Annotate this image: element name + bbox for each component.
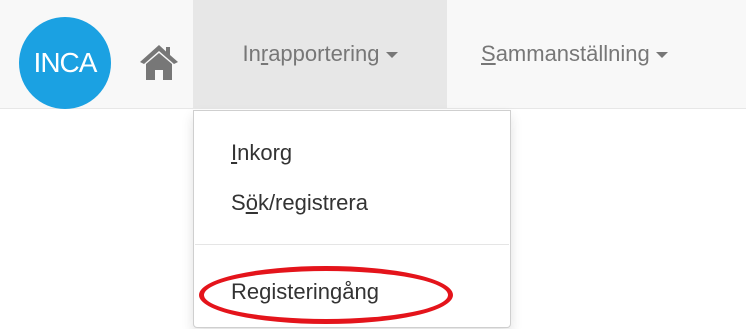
logo-text: INCA (33, 47, 98, 78)
page: INCA Inrapportering Sammanställning Inko… (0, 0, 746, 329)
inca-logo[interactable]: INCA (19, 17, 111, 109)
menu-inrapportering-label: Inrapportering (242, 41, 380, 66)
menu-sammanstallning-label: Sammanställning (481, 41, 650, 66)
menu-inrapportering[interactable]: Inrapportering (193, 0, 447, 108)
dropdown-item-sok-registrera[interactable]: Sök/registrera (231, 190, 368, 216)
top-navbar: INCA Inrapportering Sammanställning (0, 0, 746, 109)
home-icon-svg (140, 45, 178, 80)
inrapportering-dropdown: Inkorg Sök/registrera Registeringång (193, 110, 511, 328)
home-icon[interactable] (138, 42, 180, 82)
dropdown-item-registeringang[interactable]: Registeringång (231, 279, 379, 305)
dropdown-item-inkorg[interactable]: Inkorg (231, 140, 292, 166)
menu-sammanstallning[interactable]: Sammanställning (477, 0, 746, 108)
caret-down-icon (385, 52, 398, 58)
caret-down-icon (655, 52, 668, 58)
dropdown-divider (195, 244, 509, 245)
